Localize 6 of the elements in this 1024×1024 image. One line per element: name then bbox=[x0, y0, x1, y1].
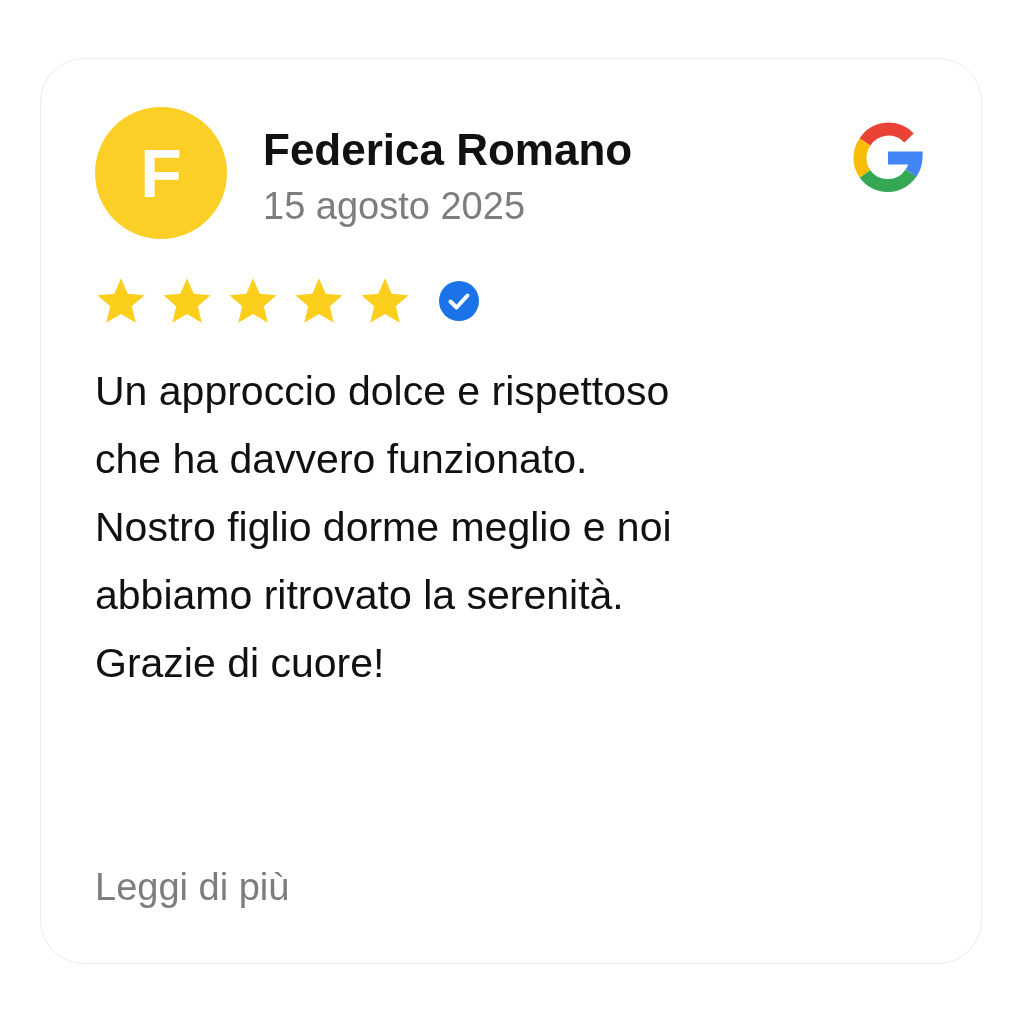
logo-icon bbox=[853, 121, 923, 195]
review-text: Un approccio dolce e rispettoso che ha davvero funzionato. Nostro figlio dorme meglio e noi abbiamo ritrovato la serenità. Grazie di cuore! bbox=[95, 367, 673, 688]
read-more-link[interactable]: Leggi di più bbox=[95, 866, 290, 909]
review-date: 15 agosto 2025 bbox=[263, 184, 526, 229]
avatar: F bbox=[95, 107, 227, 239]
author-name: Federica Romano bbox=[263, 124, 634, 176]
